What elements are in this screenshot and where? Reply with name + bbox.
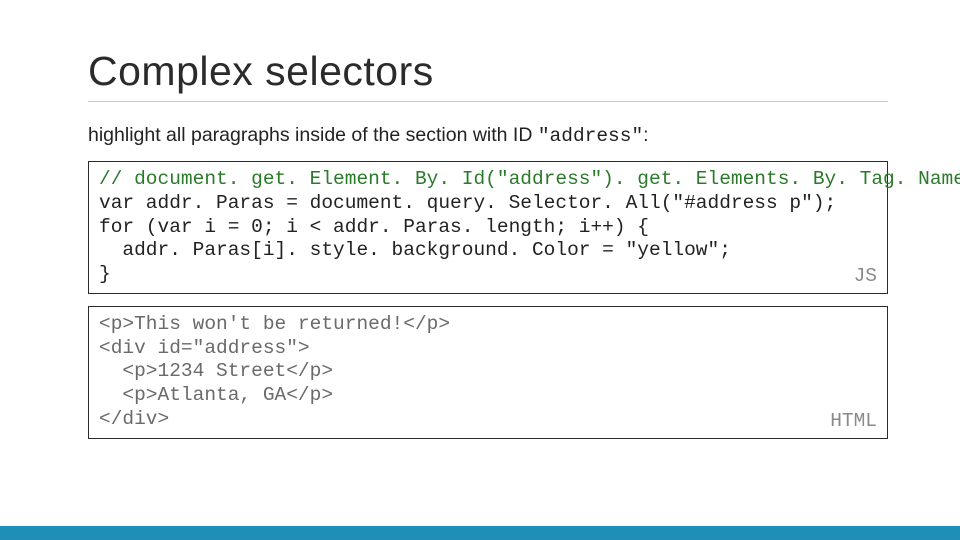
code-box-js: // document. get. Element. By. Id("addre… — [88, 161, 888, 294]
code-comment: // document. get. Element. By. Id("addre… — [99, 168, 960, 190]
code-line: </div> — [99, 408, 169, 430]
code-line: <p>1234 Street</p> — [99, 360, 333, 382]
lang-badge-html: HTML — [830, 410, 877, 434]
code-line: <p>This won't be returned!</p> — [99, 313, 450, 335]
slide: Complex selectors highlight all paragrap… — [0, 0, 960, 540]
slide-title: Complex selectors — [88, 48, 888, 102]
code-line: <p>Atlanta, GA</p> — [99, 384, 333, 406]
code-box-html: <p>This won't be returned!</p> <div id="… — [88, 306, 888, 439]
code-line: var addr. Paras = document. query. Selec… — [99, 192, 836, 214]
code-line: <div id="address"> — [99, 337, 310, 359]
code-line: } — [99, 263, 111, 285]
lang-badge-js: JS — [854, 265, 877, 289]
subtitle-suffix: : — [643, 124, 648, 146]
code-line: addr. Paras[i]. style. background. Color… — [99, 239, 731, 261]
footer-accent-bar — [0, 526, 960, 540]
slide-subtitle: highlight all paragraphs inside of the s… — [88, 124, 888, 147]
subtitle-text: highlight all paragraphs inside of the s… — [88, 124, 538, 146]
code-line: for (var i = 0; i < addr. Paras. length;… — [99, 216, 649, 238]
subtitle-code: "address" — [538, 125, 643, 147]
